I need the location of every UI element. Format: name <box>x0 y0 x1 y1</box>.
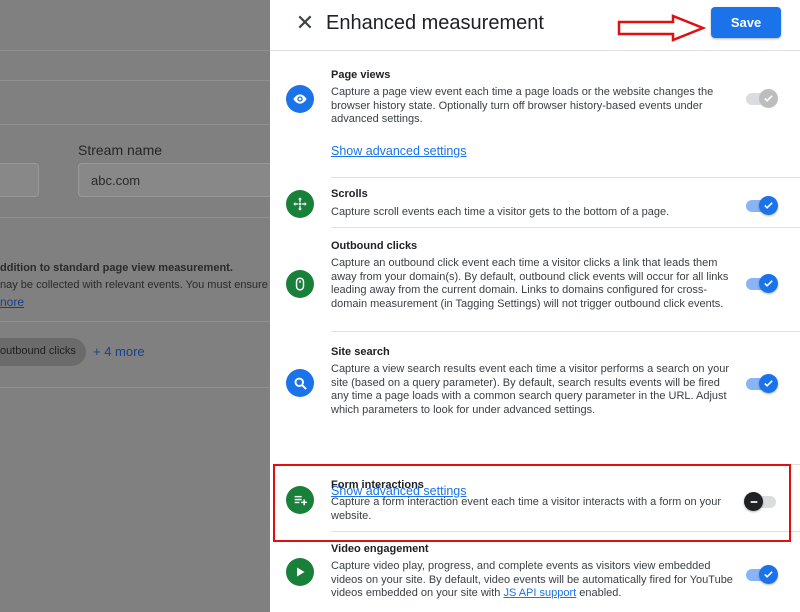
eye-icon <box>286 85 314 113</box>
divider <box>0 387 270 388</box>
setting-description: Capture a page view event each time a pa… <box>331 86 714 125</box>
divider <box>331 227 800 228</box>
setting-description: Capture video play, progress, and comple… <box>331 560 734 601</box>
mouse-icon <box>286 270 314 298</box>
setting-title: Video engagement <box>331 543 429 555</box>
site-search-toggle[interactable] <box>746 374 778 393</box>
check-icon <box>759 565 778 584</box>
form-icon <box>286 486 314 514</box>
divider <box>0 124 270 125</box>
divider <box>331 331 800 332</box>
divider <box>0 50 270 51</box>
play-icon <box>286 558 314 586</box>
enhanced-measurement-heading: ddition to standard page view measuremen… <box>0 262 233 274</box>
divider <box>331 464 800 465</box>
stream-url-field[interactable] <box>0 163 39 197</box>
red-arrow-annotation <box>617 14 707 42</box>
setting-title: Site search <box>331 346 390 358</box>
divider <box>331 177 800 178</box>
form-interactions-toggle[interactable] <box>744 492 776 511</box>
enhanced-measurement-panel: ✕ Enhanced measurement Save Page views C… <box>270 0 800 612</box>
setting-description: Capture scroll events each time a visito… <box>331 206 670 218</box>
close-icon[interactable]: ✕ <box>294 11 316 35</box>
settings-list: Page views Capture a page view event eac… <box>270 51 800 612</box>
chip-label: outbound clicks <box>0 345 76 357</box>
page-title: Enhanced measurement <box>326 12 544 34</box>
setting-title: Form interactions <box>331 479 424 491</box>
divider <box>0 321 270 322</box>
description-text: enabled. <box>576 587 622 599</box>
stream-name-value: abc.com <box>91 173 141 188</box>
js-api-support-link[interactable]: JS API support <box>503 587 576 599</box>
scrolls-toggle[interactable] <box>746 196 778 215</box>
move-icon <box>286 190 314 218</box>
enhanced-measurement-text: nay be collected with relevant events. Y… <box>0 279 268 291</box>
background-page: Stream name abc.com ddition to standard … <box>0 0 280 612</box>
check-icon <box>759 274 778 293</box>
stream-name-field[interactable]: abc.com <box>78 163 280 197</box>
check-icon <box>759 89 778 108</box>
setting-description: Capture an outbound click event each tim… <box>331 257 729 310</box>
divider <box>331 531 800 532</box>
outbound-clicks-toggle[interactable] <box>746 274 778 293</box>
setting-title: Page views <box>331 69 391 81</box>
setting-title: Scrolls <box>331 188 368 200</box>
check-icon <box>759 196 778 215</box>
save-button[interactable]: Save <box>711 7 781 38</box>
minus-icon <box>744 492 763 511</box>
search-icon <box>286 369 314 397</box>
setting-description: Capture a view search results event each… <box>331 363 730 416</box>
check-icon <box>759 374 778 393</box>
learn-more-link[interactable]: nore <box>0 295 24 309</box>
video-engagement-toggle[interactable] <box>746 565 778 584</box>
more-events-link[interactable]: + 4 more <box>93 344 145 359</box>
panel-header: ✕ Enhanced measurement Save <box>270 0 800 51</box>
setting-title: Outbound clicks <box>331 240 418 252</box>
setting-description: Capture a form interaction event each ti… <box>331 496 722 522</box>
show-advanced-settings-link[interactable]: Show advanced settings <box>331 144 467 158</box>
stream-name-label: Stream name <box>78 142 163 158</box>
page-views-toggle[interactable] <box>746 89 778 108</box>
divider <box>0 217 270 218</box>
outbound-clicks-chip: outbound clicks <box>0 338 86 366</box>
divider <box>0 80 270 81</box>
